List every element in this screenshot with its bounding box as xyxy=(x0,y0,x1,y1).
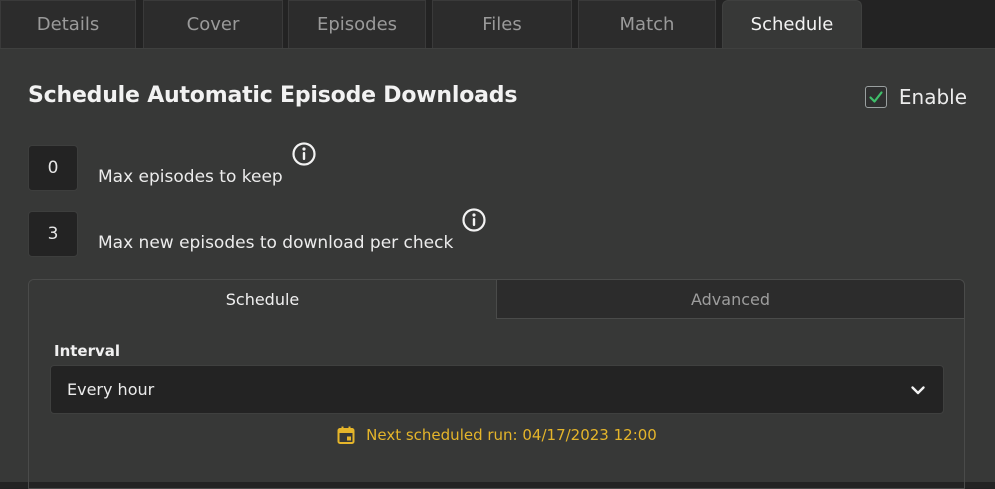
interval-value: Every hour xyxy=(67,380,155,399)
max-new-label: Max new episodes to download per check xyxy=(98,233,454,253)
info-icon[interactable] xyxy=(461,207,487,233)
tab-label: Schedule xyxy=(750,14,834,35)
interval-select[interactable]: Every hour xyxy=(50,365,944,414)
schedule-panel: Schedule Automatic Episode Downloads Ena… xyxy=(0,48,995,489)
max-keep-input[interactable]: 0 xyxy=(28,145,78,191)
chevron-down-icon xyxy=(911,385,925,394)
next-run-text: Next scheduled run: 04/17/2023 12:00 xyxy=(366,426,657,444)
next-run-notice: Next scheduled run: 04/17/2023 12:00 xyxy=(29,425,964,445)
tab-label: Details xyxy=(36,14,100,35)
subtab-label: Advanced xyxy=(690,289,771,309)
tab-label: Cover xyxy=(186,14,240,35)
tab-match[interactable]: Match xyxy=(578,0,716,48)
subtab-bar: Schedule Advanced xyxy=(29,280,964,319)
max-keep-row: 0 Max episodes to keep xyxy=(28,142,317,191)
max-new-row: 3 Max new episodes to download per check xyxy=(28,208,487,257)
max-keep-label: Max episodes to keep xyxy=(98,167,283,187)
enable-checkbox[interactable]: Enable xyxy=(864,85,967,109)
tab-label: Files xyxy=(482,14,522,35)
tab-schedule[interactable]: Schedule xyxy=(722,0,862,48)
check-icon xyxy=(869,91,883,103)
max-new-input[interactable]: 3 xyxy=(28,211,78,257)
schedule-subpanel: Schedule Advanced Interval Every hour Ne… xyxy=(28,279,965,489)
tab-label: Episodes xyxy=(316,14,398,35)
tab-details[interactable]: Details xyxy=(0,0,136,48)
tab-cover[interactable]: Cover xyxy=(143,0,283,48)
subtab-advanced[interactable]: Advanced xyxy=(497,280,964,319)
subtab-schedule[interactable]: Schedule xyxy=(29,280,497,319)
tab-bar: Details Cover Episodes Files Match Sched… xyxy=(0,0,995,48)
tab-files[interactable]: Files xyxy=(432,0,572,48)
enable-label: Enable xyxy=(898,85,967,109)
calendar-icon xyxy=(337,426,355,444)
page-title: Schedule Automatic Episode Downloads xyxy=(28,83,518,108)
tab-episodes[interactable]: Episodes xyxy=(288,0,426,48)
checkbox-box[interactable] xyxy=(864,86,887,108)
info-icon[interactable] xyxy=(291,141,317,167)
subtab-label: Schedule xyxy=(225,290,300,309)
tab-label: Match xyxy=(619,14,675,35)
interval-label: Interval xyxy=(54,342,121,360)
